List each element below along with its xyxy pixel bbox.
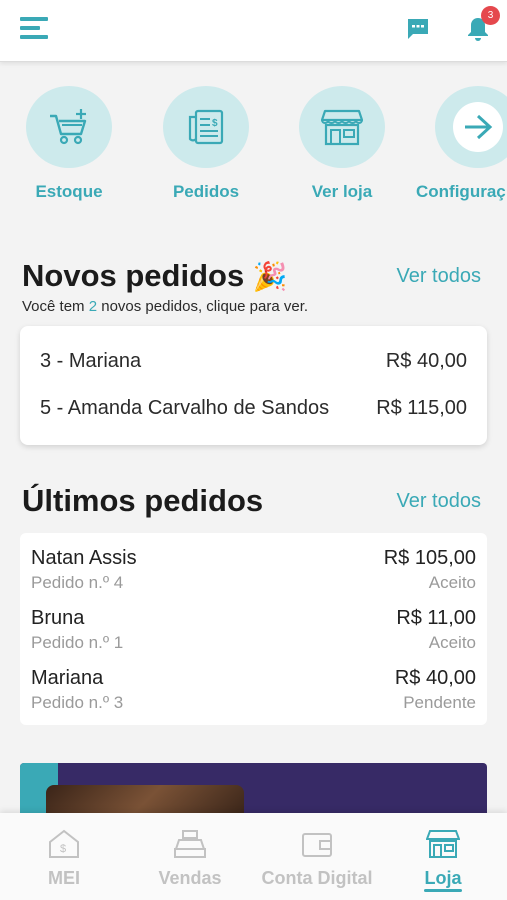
nav-item-conta-digital[interactable]: Conta Digital — [261, 829, 373, 889]
order-status: Aceito — [428, 633, 476, 652]
receipt-icon: $ — [163, 86, 249, 168]
order-row[interactable]: Mariana Pedido n.º 3 R$ 40,00 Pendente — [31, 667, 476, 719]
last-orders-title: Últimos pedidos — [22, 483, 264, 518]
store-icon — [299, 86, 385, 168]
active-tab-indicator — [424, 889, 462, 892]
nav-item-loja[interactable]: Loja — [420, 829, 466, 889]
arrow-right-icon — [435, 86, 507, 168]
store-icon — [425, 830, 461, 858]
new-orders-see-all-link[interactable]: Ver todos — [396, 265, 481, 288]
cash-register-icon — [174, 830, 206, 858]
order-status: Aceito — [428, 573, 476, 592]
shortcut-label: Ver loja — [311, 182, 373, 201]
last-orders-see-all-link[interactable]: Ver todos — [396, 490, 481, 513]
shortcut-label: Pedidos — [172, 182, 240, 201]
new-order-row[interactable]: 3 - Mariana R$ 40,00 — [40, 350, 467, 373]
nav-item-mei[interactable]: $ MEI — [38, 829, 90, 889]
new-orders-title: Novos pedidos 🎉 — [22, 258, 288, 293]
notification-badge: 3 — [481, 6, 500, 25]
menu-icon[interactable] — [20, 16, 50, 40]
house-dollar-icon: $ — [49, 829, 79, 858]
chat-icon[interactable] — [406, 17, 430, 41]
new-orders-subtitle: Você tem 2 novos pedidos, clique para ve… — [22, 298, 309, 315]
shortcut-pedidos[interactable]: $ Pedidos — [141, 86, 271, 202]
shortcut-configuracoes[interactable]: Configuraç — [413, 86, 507, 202]
shortcut-ver-loja[interactable]: Ver loja — [277, 86, 407, 202]
order-row[interactable]: Natan Assis Pedido n.º 4 R$ 105,00 Aceit… — [31, 547, 476, 599]
shortcuts-row: Estoque $ Pedidos Ver loja Configuraç — [0, 62, 507, 222]
svg-text:$: $ — [212, 118, 218, 129]
top-app-bar: 3 — [0, 0, 507, 62]
wallet-icon — [302, 833, 332, 857]
svg-text:$: $ — [60, 843, 66, 855]
order-row[interactable]: Bruna Pedido n.º 1 R$ 11,00 Aceito — [31, 607, 476, 659]
new-orders-card: 3 - Mariana R$ 40,00 5 - Amanda Carvalho… — [20, 326, 487, 445]
shortcut-label: Configuraç — [416, 182, 506, 201]
last-orders-list: Natan Assis Pedido n.º 4 R$ 105,00 Aceit… — [20, 533, 487, 725]
shortcut-estoque[interactable]: Estoque — [4, 86, 134, 202]
cart-plus-icon — [26, 86, 112, 168]
order-status: Pendente — [403, 693, 476, 712]
party-popper-icon: 🎉 — [252, 261, 288, 292]
new-order-row[interactable]: 5 - Amanda Carvalho de Sandos R$ 115,00 — [40, 397, 467, 420]
nav-item-vendas[interactable]: Vendas — [157, 829, 223, 889]
bottom-navigation: $ MEI Vendas Conta Digital Loja — [0, 813, 507, 900]
shortcut-label: Estoque — [35, 182, 103, 201]
